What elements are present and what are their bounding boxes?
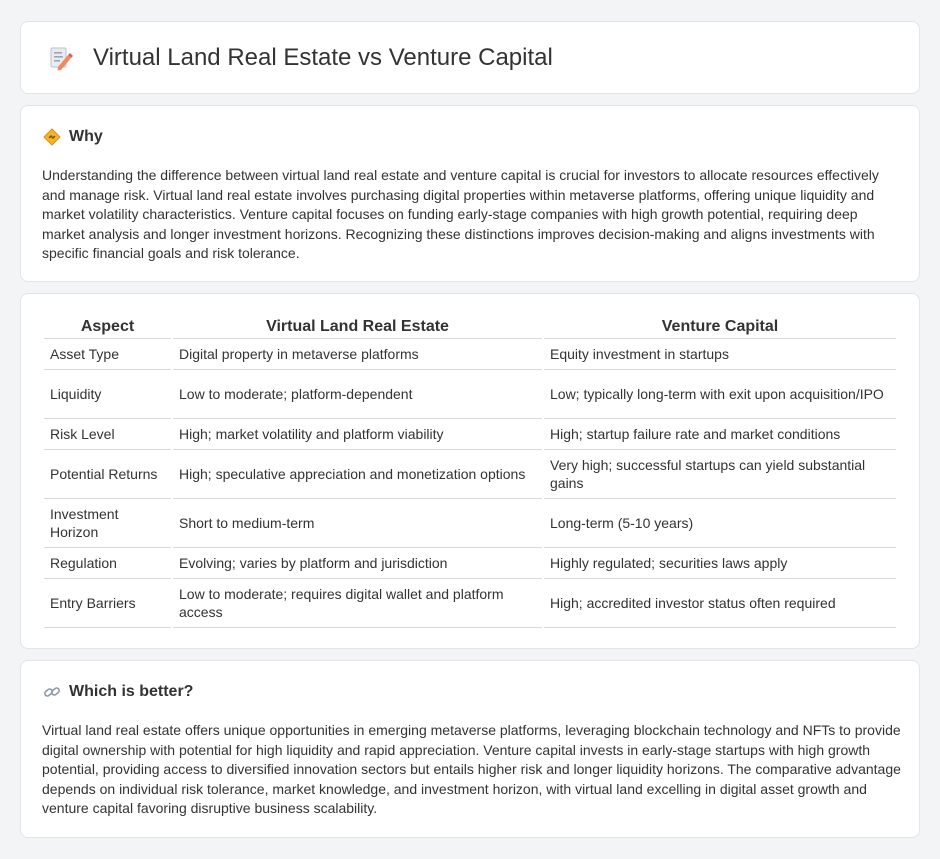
table-row: Regulation Evolving; varies by platform … (44, 548, 896, 579)
row-virtual-land: Short to medium-term (173, 499, 542, 548)
row-venture-capital: Low; typically long-term with exit upon … (544, 370, 896, 419)
why-heading-row: Why (43, 128, 103, 146)
row-venture-capital: High; startup failure rate and market co… (544, 419, 896, 450)
row-venture-capital: Equity investment in startups (544, 339, 896, 370)
why-text: Understanding the difference between vir… (42, 167, 879, 262)
page-title: Virtual Land Real Estate vs Venture Capi… (93, 44, 553, 71)
row-venture-capital: Very high; successful startups can yield… (544, 450, 896, 499)
row-aspect: Entry Barriers (44, 579, 171, 628)
table-row: Liquidity Low to moderate; platform-depe… (44, 370, 896, 419)
row-aspect: Asset Type (44, 339, 171, 370)
comparison-section: Aspect Virtual Land Real Estate Venture … (20, 293, 920, 649)
better-text: Virtual land real estate offers unique o… (42, 722, 901, 817)
row-aspect: Potential Returns (44, 450, 171, 499)
link-icon (44, 687, 60, 697)
row-venture-capital: Highly regulated; securities laws apply (544, 548, 896, 579)
table-row: Entry Barriers Low to moderate; requires… (44, 579, 896, 628)
table-header-row: Aspect Virtual Land Real Estate Venture … (44, 316, 896, 339)
row-venture-capital: High; accredited investor status often r… (544, 579, 896, 628)
diamond-sign-icon (43, 128, 61, 146)
row-virtual-land: Low to moderate; requires digital wallet… (173, 579, 542, 628)
header: Virtual Land Real Estate vs Venture Capi… (47, 44, 553, 72)
row-virtual-land: Digital property in metaverse platforms (173, 339, 542, 370)
header-venture-capital: Venture Capital (544, 316, 896, 339)
row-aspect: Risk Level (44, 419, 171, 450)
table-row: Asset Type Digital property in metaverse… (44, 339, 896, 370)
table-row: Risk Level High; market volatility and p… (44, 419, 896, 450)
row-virtual-land: High; speculative appreciation and monet… (173, 450, 542, 499)
row-virtual-land: Evolving; varies by platform and jurisdi… (173, 548, 542, 579)
better-heading: Which is better? (69, 683, 194, 700)
row-aspect: Regulation (44, 548, 171, 579)
header-card: Virtual Land Real Estate vs Venture Capi… (20, 21, 920, 94)
header-virtual-land: Virtual Land Real Estate (173, 316, 542, 339)
table-row: Potential Returns High; speculative appr… (44, 450, 896, 499)
comparison-table: Aspect Virtual Land Real Estate Venture … (42, 316, 898, 628)
row-virtual-land: Low to moderate; platform-dependent (173, 370, 542, 419)
why-heading: Why (69, 128, 103, 145)
better-heading-row: Which is better? (43, 683, 193, 701)
row-venture-capital: Long-term (5-10 years) (544, 499, 896, 548)
header-aspect: Aspect (44, 316, 171, 339)
which-is-better-section: Which is better? Virtual land real estat… (20, 660, 920, 838)
edit-document-icon (50, 47, 73, 71)
row-virtual-land: High; market volatility and platform via… (173, 419, 542, 450)
why-section: Why Understanding the difference between… (20, 105, 920, 282)
row-aspect: Investment Horizon (44, 499, 171, 548)
table-row: Investment Horizon Short to medium-term … (44, 499, 896, 548)
row-aspect: Liquidity (44, 370, 171, 419)
